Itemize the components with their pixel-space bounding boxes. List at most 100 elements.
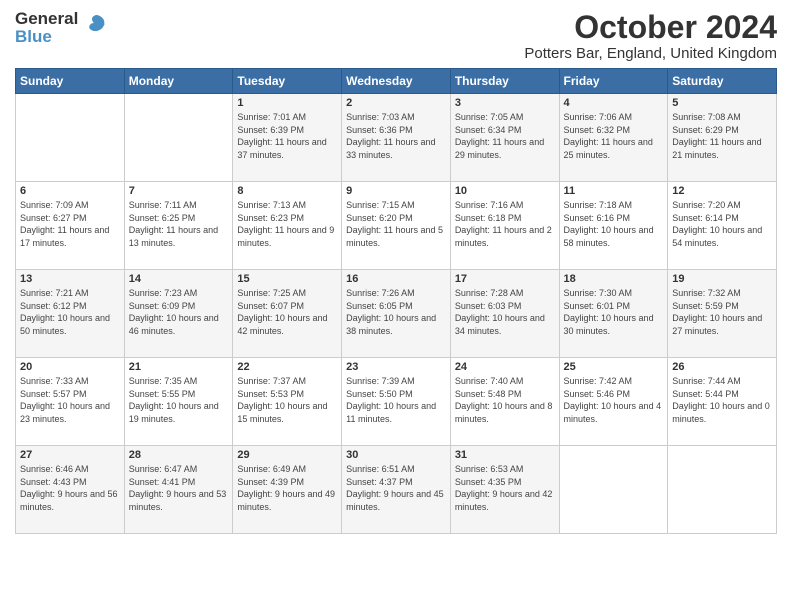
day-number: 23 [346,361,446,373]
day-number: 28 [129,449,229,461]
day-number: 9 [346,185,446,197]
table-row: 28 Sunrise: 6:47 AM Sunset: 4:41 PM Dayli… [124,446,233,534]
day-info: Sunrise: 7:09 AM Sunset: 6:27 PM Dayligh… [20,199,120,249]
day-info: Sunrise: 7:18 AM Sunset: 6:16 PM Dayligh… [564,199,664,249]
table-row: 29Sunrise: 6:49 AM Sunset: 4:39 PM Dayli… [233,446,342,534]
table-row: 6 Sunrise: 7:09 AM Sunset: 6:27 PM Daylig… [16,182,125,270]
day-info: Sunrise: 7:28 AM Sunset: 6:03 PM Dayligh… [455,287,555,337]
table-row: 10 Sunrise: 7:16 AM Sunset: 6:18 PM Dayli… [450,182,559,270]
table-row: 16 Sunrise: 7:26 AM Sunset: 6:05 PM Dayli… [342,270,451,358]
day-info: Sunrise: 6:53 AM Sunset: 4:35 PM Dayligh… [455,463,555,513]
col-thursday: Thursday [450,69,559,94]
day-number: 22 [237,361,337,373]
day-number: 5 [672,97,772,109]
table-row: 30Sunrise: 6:51 AM Sunset: 4:37 PM Dayli… [342,446,451,534]
day-number: 24 [455,361,555,373]
calendar-week-3: 13 Sunrise: 7:21 AM Sunset: 6:12 PM Dayli… [16,270,777,358]
day-info: Sunrise: 7:32 AM Sunset: 5:59 PM Dayligh… [672,287,772,337]
calendar-table: Sunday Monday Tuesday Wednesday Thursday… [15,68,777,534]
day-info: Sunrise: 7:03 AM Sunset: 6:36 PM Dayligh… [346,111,446,161]
table-row: 22 Sunrise: 7:37 AM Sunset: 5:53 PM Dayli… [233,358,342,446]
table-row: 8Sunrise: 7:13 AM Sunset: 6:23 PM Daylig… [233,182,342,270]
day-info: Sunrise: 7:39 AM Sunset: 5:50 PM Dayligh… [346,375,446,425]
calendar-header-row: Sunday Monday Tuesday Wednesday Thursday… [16,69,777,94]
day-info: Sunrise: 7:01 AM Sunset: 6:39 PM Dayligh… [237,111,337,161]
day-info: Sunrise: 7:16 AM Sunset: 6:18 PM Dayligh… [455,199,555,249]
table-row: 19 Sunrise: 7:32 AM Sunset: 5:59 PM Dayli… [668,270,777,358]
day-info: Sunrise: 7:05 AM Sunset: 6:34 PM Dayligh… [455,111,555,161]
col-sunday: Sunday [16,69,125,94]
day-number: 21 [129,361,229,373]
table-row: 24 Sunrise: 7:40 AM Sunset: 5:48 PM Dayli… [450,358,559,446]
day-info: Sunrise: 7:42 AM Sunset: 5:46 PM Dayligh… [564,375,664,425]
day-number: 3 [455,97,555,109]
table-row: 26Sunrise: 7:44 AM Sunset: 5:44 PM Dayli… [668,358,777,446]
table-row: 20Sunrise: 7:33 AM Sunset: 5:57 PM Dayli… [16,358,125,446]
table-row: 11 Sunrise: 7:18 AM Sunset: 6:16 PM Dayli… [559,182,668,270]
table-row: 1 Sunrise: 7:01 AM Sunset: 6:39 PM Daylig… [233,94,342,182]
table-row: 4 Sunrise: 7:06 AM Sunset: 6:32 PM Daylig… [559,94,668,182]
day-info: Sunrise: 7:21 AM Sunset: 6:12 PM Dayligh… [20,287,120,337]
col-tuesday: Tuesday [233,69,342,94]
table-row: 25 Sunrise: 7:42 AM Sunset: 5:46 PM Dayli… [559,358,668,446]
day-number: 10 [455,185,555,197]
table-row: 13 Sunrise: 7:21 AM Sunset: 6:12 PM Dayli… [16,270,125,358]
day-number: 16 [346,273,446,285]
logo: General Blue [15,10,110,46]
calendar-week-5: 27 Sunrise: 6:46 AM Sunset: 4:43 PM Dayli… [16,446,777,534]
day-info: Sunrise: 7:15 AM Sunset: 6:20 PM Dayligh… [346,199,446,249]
day-info: Sunrise: 7:40 AM Sunset: 5:48 PM Dayligh… [455,375,555,425]
day-number: 11 [564,185,664,197]
day-number: 7 [129,185,229,197]
day-info: Sunrise: 7:25 AM Sunset: 6:07 PM Dayligh… [237,287,337,337]
calendar-week-2: 6 Sunrise: 7:09 AM Sunset: 6:27 PM Daylig… [16,182,777,270]
col-wednesday: Wednesday [342,69,451,94]
table-row: 5 Sunrise: 7:08 AM Sunset: 6:29 PM Daylig… [668,94,777,182]
day-number: 1 [237,97,337,109]
day-info: Sunrise: 7:20 AM Sunset: 6:14 PM Dayligh… [672,199,772,249]
logo-general: General [15,10,78,28]
table-row: 21Sunrise: 7:35 AM Sunset: 5:55 PM Dayli… [124,358,233,446]
header: General Blue October 2024 Potters Bar, E… [15,10,777,62]
day-info: Sunrise: 7:30 AM Sunset: 6:01 PM Dayligh… [564,287,664,337]
day-number: 2 [346,97,446,109]
calendar-title: October 2024 [524,10,777,45]
table-row [559,446,668,534]
day-number: 15 [237,273,337,285]
table-row: 14 Sunrise: 7:23 AM Sunset: 6:09 PM Dayli… [124,270,233,358]
day-number: 4 [564,97,664,109]
table-row: 23 Sunrise: 7:39 AM Sunset: 5:50 PM Dayli… [342,358,451,446]
calendar-week-4: 20Sunrise: 7:33 AM Sunset: 5:57 PM Dayli… [16,358,777,446]
day-number: 6 [20,185,120,197]
table-row: 12 Sunrise: 7:20 AM Sunset: 6:14 PM Dayli… [668,182,777,270]
day-number: 25 [564,361,664,373]
day-info: Sunrise: 7:37 AM Sunset: 5:53 PM Dayligh… [237,375,337,425]
logo-bird-icon [82,11,110,44]
title-block: October 2024 Potters Bar, England, Unite… [524,10,777,62]
day-info: Sunrise: 6:47 AM Sunset: 4:41 PM Dayligh… [129,463,229,513]
day-number: 27 [20,449,120,461]
day-info: Sunrise: 7:11 AM Sunset: 6:25 PM Dayligh… [129,199,229,249]
day-number: 13 [20,273,120,285]
table-row: 9 Sunrise: 7:15 AM Sunset: 6:20 PM Daylig… [342,182,451,270]
table-row [124,94,233,182]
day-info: Sunrise: 7:26 AM Sunset: 6:05 PM Dayligh… [346,287,446,337]
day-number: 19 [672,273,772,285]
day-number: 12 [672,185,772,197]
table-row: 2 Sunrise: 7:03 AM Sunset: 6:36 PM Daylig… [342,94,451,182]
logo-blue: Blue [15,28,78,46]
day-info: Sunrise: 7:08 AM Sunset: 6:29 PM Dayligh… [672,111,772,161]
table-row: 7 Sunrise: 7:11 AM Sunset: 6:25 PM Daylig… [124,182,233,270]
day-info: Sunrise: 6:46 AM Sunset: 4:43 PM Dayligh… [20,463,120,513]
table-row: 17Sunrise: 7:28 AM Sunset: 6:03 PM Dayli… [450,270,559,358]
col-monday: Monday [124,69,233,94]
day-number: 30 [346,449,446,461]
table-row: 27 Sunrise: 6:46 AM Sunset: 4:43 PM Dayli… [16,446,125,534]
day-number: 26 [672,361,772,373]
table-row: 3 Sunrise: 7:05 AM Sunset: 6:34 PM Daylig… [450,94,559,182]
day-number: 14 [129,273,229,285]
day-info: Sunrise: 7:06 AM Sunset: 6:32 PM Dayligh… [564,111,664,161]
day-info: Sunrise: 7:23 AM Sunset: 6:09 PM Dayligh… [129,287,229,337]
table-row [16,94,125,182]
col-saturday: Saturday [668,69,777,94]
